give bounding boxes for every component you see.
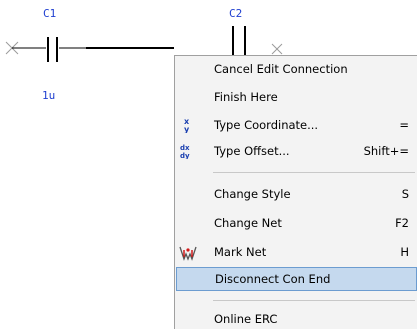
menu-item-change-style[interactable]: Change Style S [176,182,417,206]
menu-separator [213,300,415,301]
c2-reference-label: C2 [229,7,243,20]
menu-item-label: Change Net [214,216,282,230]
menu-item-label: Type Coordinate... [214,118,319,132]
menu-item-label: Finish Here [214,90,278,104]
menu-item-shortcut: H [400,245,409,259]
menu-item-label: Disconnect Con End [215,272,331,286]
menu-item-label: Type Offset... [214,144,290,158]
menu-item-online-erc[interactable]: Online ERC [176,307,417,331]
c1-reference-label: C1 [43,7,57,20]
capacitor-c2-symbol[interactable] [232,26,246,55]
menu-item-shortcut: S [401,187,409,201]
menu-item-type-offset[interactable]: dx dy Type Offset... Shift+= [176,139,417,163]
menu-separator [213,172,415,173]
menu-item-finish-here[interactable]: Finish Here [176,85,417,109]
menu-item-type-coordinate[interactable]: x y Type Coordinate... = [176,113,417,137]
svg-text:y: y [184,125,190,133]
menu-item-disconnect-con-end[interactable]: Disconnect Con End [176,267,417,291]
menu-item-label: Online ERC [214,312,278,326]
menu-item-change-net[interactable]: Change Net F2 [176,211,417,235]
svg-text:dx: dx [180,144,190,152]
offset-icon: dx dy [179,142,197,160]
coordinate-icon: x y [179,116,197,134]
pin-end-marker [271,43,283,55]
context-menu: Cancel Edit Connection Finish Here x y T… [174,55,417,329]
menu-item-shortcut: Shift+= [363,144,409,158]
menu-item-shortcut: = [399,118,409,132]
svg-text:dy: dy [180,152,190,159]
menu-item-mark-net[interactable]: Mark Net H [176,240,417,264]
menu-item-label: Cancel Edit Connection [214,62,348,76]
menu-item-label: Mark Net [214,245,267,259]
menu-item-cancel-edit-connection[interactable]: Cancel Edit Connection [176,57,417,81]
menu-item-label: Change Style [214,187,291,201]
menu-item-shortcut: F2 [395,216,409,230]
mark-net-icon [179,243,197,261]
c1-value-label: 1u [42,89,56,102]
capacitor-c1-symbol[interactable] [47,37,58,62]
